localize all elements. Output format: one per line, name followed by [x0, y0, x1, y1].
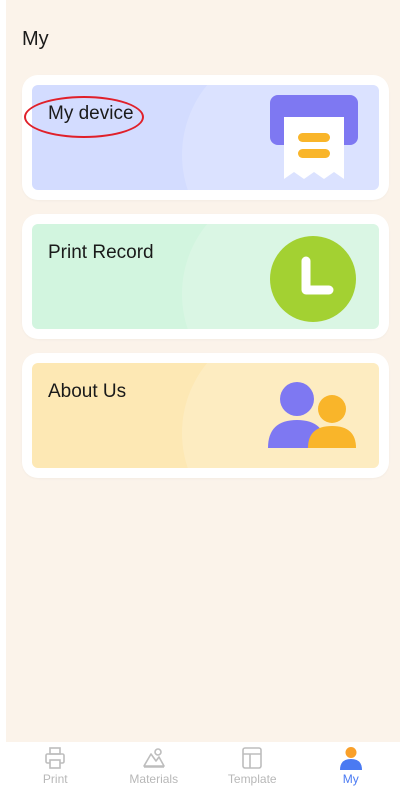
tab-print[interactable]: Print — [6, 742, 105, 786]
my-screen: My My device Print Record About Us Print… — [6, 0, 400, 786]
tab-template[interactable]: Template — [203, 742, 302, 786]
clock-icon — [269, 235, 357, 328]
printer-receipt-icon — [268, 95, 358, 190]
bottom-tab-bar: Print Materials Template My — [6, 742, 400, 786]
tab-materials[interactable]: Materials — [105, 742, 204, 786]
tab-my[interactable]: My — [302, 742, 400, 786]
tab-print-label: Print — [42, 772, 68, 786]
tab-template-label: Template — [227, 772, 277, 786]
template-icon — [242, 747, 263, 769]
about-us-label: About Us — [48, 381, 127, 402]
print-record-label: Print Record — [48, 242, 154, 263]
users-icon — [268, 382, 360, 457]
page-title: My — [22, 28, 49, 50]
print-record-card[interactable]: Print Record — [22, 214, 389, 339]
printer-icon — [45, 747, 66, 769]
tab-my-label: My — [342, 772, 359, 786]
my-device-label: My device — [48, 103, 134, 124]
materials-icon — [142, 748, 165, 768]
user-icon — [339, 747, 362, 770]
tab-materials-label: Materials — [129, 772, 179, 786]
about-us-card[interactable]: About Us — [22, 353, 389, 478]
print-record-card-body[interactable]: Print Record — [32, 224, 379, 329]
my-device-card-body[interactable]: My device — [32, 85, 379, 190]
about-us-card-body[interactable]: About Us — [32, 363, 379, 468]
my-device-card[interactable]: My device — [22, 75, 389, 200]
